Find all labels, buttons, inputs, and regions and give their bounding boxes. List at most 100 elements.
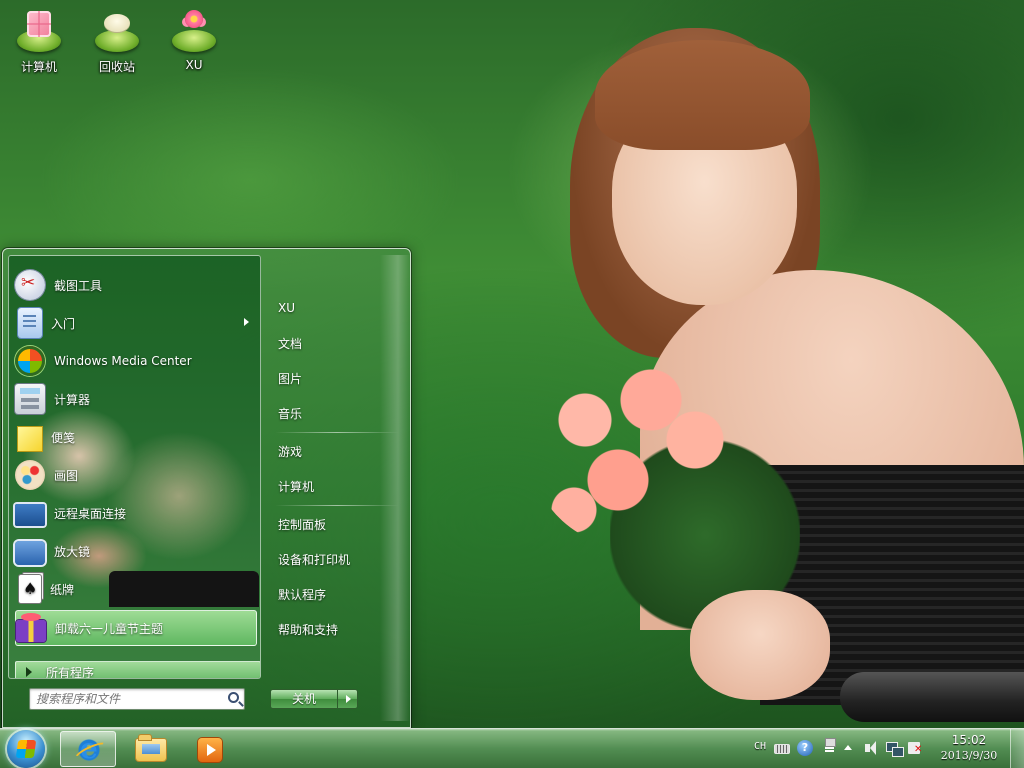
start-item-label: Windows Media Center — [54, 354, 192, 368]
start-link-label: 图片 — [278, 371, 303, 386]
desktop-icon-user-folder[interactable]: XU — [159, 8, 229, 72]
media-player-icon — [198, 738, 222, 762]
start-item-label: 放大镜 — [54, 544, 91, 559]
start-link-label: 音乐 — [278, 406, 303, 421]
action-center-flag-icon[interactable] — [822, 738, 838, 754]
start-link-default-programs[interactable]: 默认程序 — [276, 580, 400, 608]
start-item-label: 便笺 — [51, 430, 76, 445]
all-programs-label: 所有程序 — [46, 665, 95, 679]
show-hidden-icons-icon[interactable] — [844, 745, 852, 750]
start-item-label: 纸牌 — [50, 582, 75, 597]
remote-desktop-icon — [15, 504, 45, 526]
solitaire-icon — [19, 575, 41, 603]
start-button[interactable] — [7, 730, 45, 768]
power-status-icon[interactable] — [908, 740, 924, 756]
start-search-input[interactable] — [30, 689, 220, 709]
start-link-music[interactable]: 音乐 — [276, 399, 400, 427]
calculator-icon — [15, 384, 45, 414]
clock[interactable]: 15:02 2013/9/30 — [934, 733, 1004, 763]
ie-icon — [77, 732, 101, 765]
start-item-calculator[interactable]: 计算器 — [15, 381, 257, 417]
start-link-label: 帮助和支持 — [278, 622, 339, 637]
start-item-snipping-tool[interactable]: 截图工具 — [15, 267, 257, 303]
start-link-label: 控制面板 — [278, 517, 327, 532]
start-link-label: XU — [278, 301, 296, 315]
start-link-label: 默认程序 — [278, 587, 327, 602]
start-link-label: 计算机 — [278, 479, 315, 494]
start-link-label: 设备和打印机 — [278, 552, 351, 567]
shutdown-label: 关机 — [291, 692, 316, 706]
start-search-box — [29, 688, 245, 710]
start-link-pictures[interactable]: 图片 — [276, 364, 400, 392]
shutdown-options-button[interactable] — [337, 689, 358, 709]
triangle-right-icon — [26, 667, 32, 677]
start-item-label: 入门 — [51, 316, 76, 331]
start-item-media-center[interactable]: Windows Media Center — [15, 343, 257, 379]
start-item-label: 远程桌面连接 — [54, 506, 127, 521]
user-folder-icon — [170, 8, 218, 54]
start-link-documents[interactable]: 文档 — [276, 329, 400, 357]
paint-icon — [15, 460, 45, 490]
start-link-user[interactable]: XU — [276, 294, 400, 322]
desktop-icon-label: 计算机 — [20, 60, 57, 74]
taskbar-windows-explorer[interactable] — [122, 731, 178, 767]
search-icon[interactable] — [228, 692, 239, 703]
snipping-tool-icon — [15, 270, 45, 300]
wallpaper-hand — [690, 590, 830, 700]
wallpaper-bike-handle — [840, 672, 1024, 722]
wallpaper-face — [612, 100, 797, 305]
volume-icon[interactable] — [864, 740, 880, 756]
magnifier-icon — [15, 540, 45, 565]
all-programs-button[interactable]: 所有程序 — [15, 661, 260, 679]
start-item-magnifier[interactable]: 放大镜 — [15, 533, 257, 569]
wallpaper-roses — [530, 350, 750, 550]
show-desktop-button[interactable] — [1010, 729, 1024, 768]
folder-icon — [136, 735, 166, 761]
desktop-icon-computer[interactable]: 计算机 — [4, 8, 74, 75]
recycle-bin-icon — [93, 8, 141, 54]
taskbar-media-player[interactable] — [182, 731, 238, 767]
menu-separator — [275, 505, 399, 506]
desktop-icon-recycle-bin[interactable]: 回收站 — [82, 8, 152, 75]
clock-date: 2013/9/30 — [940, 749, 998, 762]
start-item-paint[interactable]: 画图 — [15, 457, 257, 493]
submenu-arrow-icon — [244, 318, 249, 326]
wallpaper-dress — [760, 465, 1024, 705]
wallpaper-hair — [570, 28, 820, 358]
language-indicator[interactable]: CH — [754, 741, 766, 752]
computer-icon — [15, 8, 63, 54]
help-icon[interactable] — [797, 740, 813, 756]
media-center-icon — [15, 346, 45, 376]
keyboard-icon[interactable] — [774, 744, 790, 754]
start-menu-programs-pane: 截图工具 入门 Windows Media Center 计算器 便笺 画图 远… — [8, 255, 261, 679]
start-link-help-support[interactable]: 帮助和支持 — [276, 615, 400, 643]
network-icon[interactable] — [886, 740, 904, 757]
start-link-computer[interactable]: 计算机 — [276, 472, 400, 500]
start-link-label: 游戏 — [278, 444, 303, 459]
start-item-label: 截图工具 — [54, 278, 103, 293]
menu-separator — [275, 432, 399, 433]
getting-started-icon — [18, 308, 42, 338]
start-item-sticky-notes[interactable]: 便笺 — [15, 419, 257, 455]
start-item-remote-desktop[interactable]: 远程桌面连接 — [15, 495, 257, 531]
start-item-label: 计算器 — [54, 392, 91, 407]
wallpaper-bangs — [595, 40, 810, 150]
uninstall-theme-icon — [16, 613, 46, 642]
wallpaper-shoulders — [640, 270, 1024, 630]
start-item-getting-started[interactable]: 入门 — [15, 305, 257, 341]
start-link-devices-printers[interactable]: 设备和打印机 — [276, 545, 400, 573]
taskbar-internet-explorer[interactable] — [60, 731, 116, 767]
start-link-control-panel[interactable]: 控制面板 — [276, 510, 400, 538]
start-item-uninstall-theme[interactable]: 卸载六一儿童节主题 — [15, 610, 257, 646]
desktop-icon-label: XU — [185, 58, 203, 72]
sticky-notes-icon — [18, 426, 42, 451]
desktop-icon-label: 回收站 — [98, 60, 135, 74]
start-item-label: 卸载六一儿童节主题 — [55, 621, 164, 636]
shutdown-button[interactable]: 关机 — [270, 689, 337, 709]
start-item-solitaire[interactable]: 纸牌 — [15, 571, 257, 607]
wallpaper-leaves — [610, 440, 800, 630]
clock-time: 15:02 — [951, 733, 987, 747]
start-item-label: 画图 — [54, 468, 79, 483]
taskbar: CH 15:02 2013/9/30 — [0, 728, 1024, 768]
start-link-games[interactable]: 游戏 — [276, 437, 400, 465]
